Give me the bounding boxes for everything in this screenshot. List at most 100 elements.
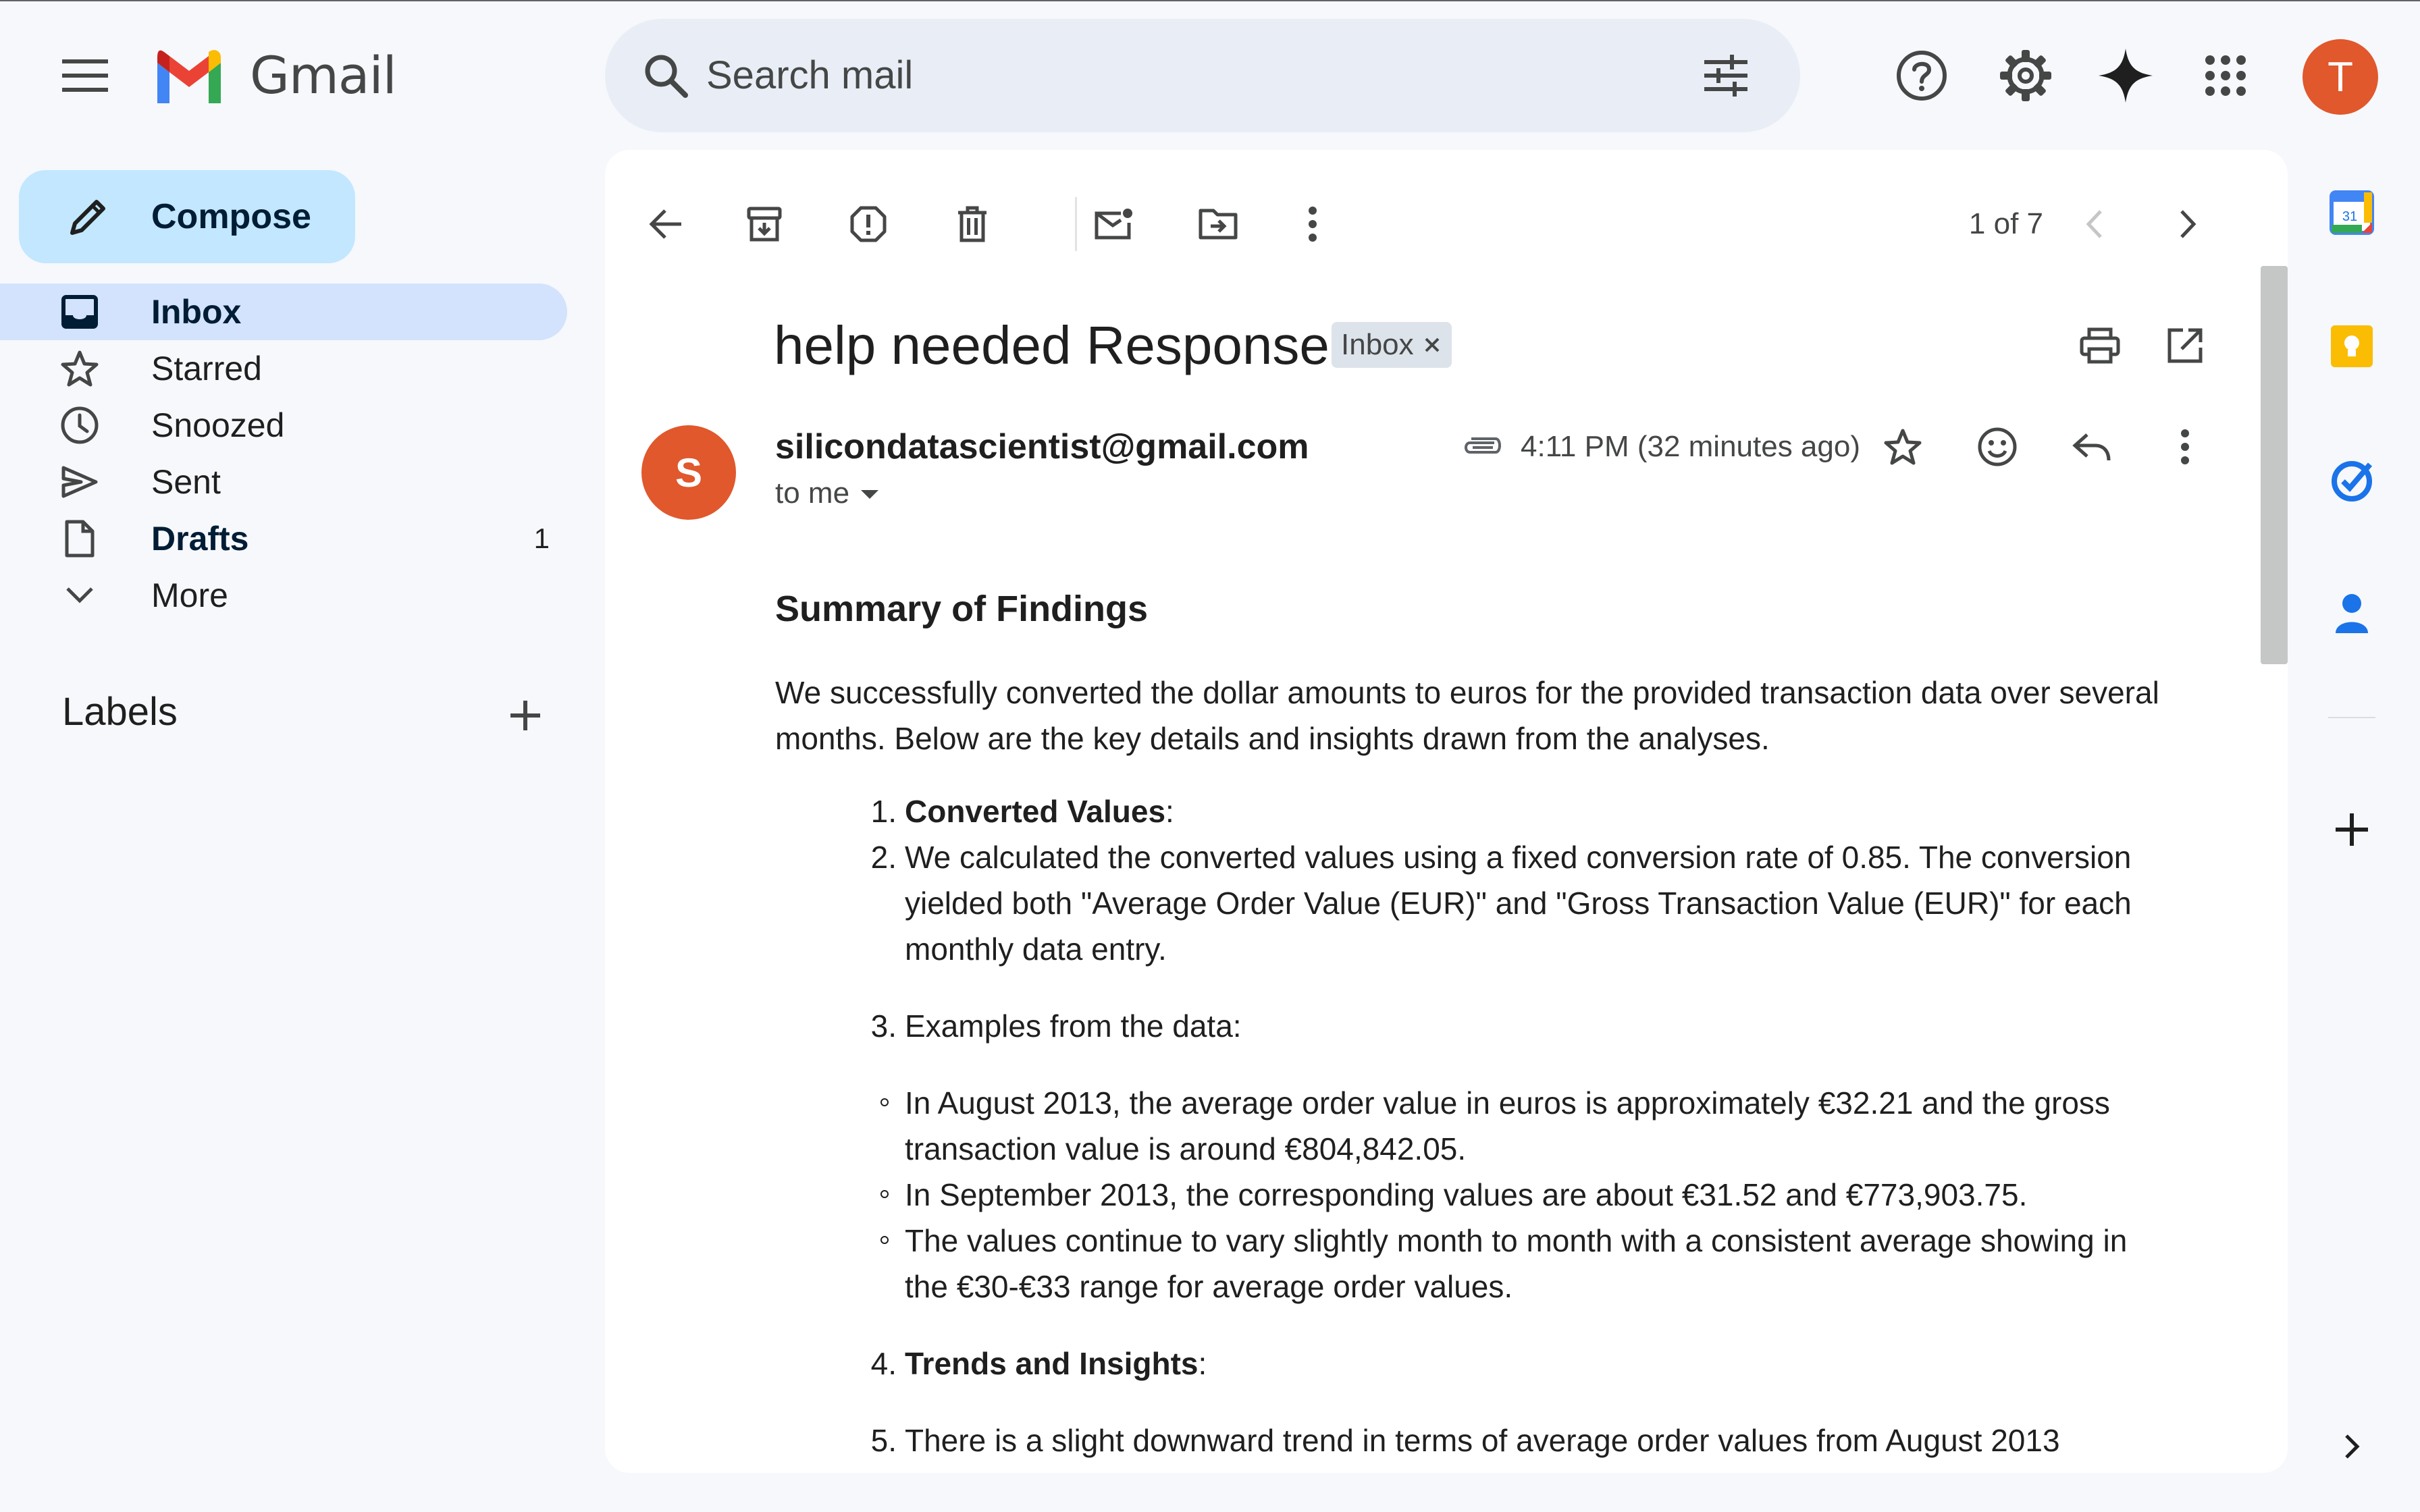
list-item-bold: Converted Values: [905, 794, 1166, 829]
list-item: 2. We calculated the converted values usi…: [871, 834, 2173, 972]
sidebar-item-inbox[interactable]: Inbox: [0, 284, 567, 340]
get-addons-button[interactable]: [2323, 801, 2381, 859]
open-new-window-button[interactable]: [2151, 312, 2219, 379]
attachment-icon: [1457, 423, 1506, 471]
mark-unread-icon: [1095, 209, 1132, 240]
toolbar-divider: [1075, 197, 1077, 251]
search-bar[interactable]: Search mail: [605, 19, 1800, 132]
arrow-back-icon: [649, 209, 681, 239]
compose-button[interactable]: Compose: [19, 170, 355, 263]
sender-avatar[interactable]: S: [641, 425, 736, 520]
sidebar-item-label: Inbox: [151, 293, 242, 331]
list-item-text: :: [1198, 1346, 1207, 1381]
sidebar-item-sent[interactable]: Sent: [0, 454, 567, 510]
pencil-icon: [61, 189, 116, 244]
sidebar-item-more[interactable]: More: [0, 567, 567, 624]
findings-list: 1. Converted Values: 2. We calculated the …: [775, 788, 2173, 1049]
scrollbar-thumb[interactable]: [2261, 266, 2288, 664]
settings-button[interactable]: [1992, 42, 2059, 109]
show-side-panel-button[interactable]: [2330, 1424, 2374, 1469]
plus-icon: [2336, 813, 2368, 846]
mark-unread-button[interactable]: [1080, 190, 1148, 258]
close-icon[interactable]: [1423, 336, 1441, 354]
body-intro: We successfully converted the dollar amo…: [775, 675, 2159, 756]
inbox-icon: [58, 290, 101, 333]
list-number: 3.: [870, 1008, 897, 1044]
show-details-button[interactable]: [855, 479, 885, 509]
calendar-app-button[interactable]: 31: [2327, 188, 2377, 238]
label-chip[interactable]: Inbox: [1332, 322, 1452, 368]
chevron-down-icon: [58, 574, 101, 617]
star-icon: [58, 347, 101, 390]
more-actions-button[interactable]: [1279, 190, 1346, 258]
star-button[interactable]: [1869, 413, 1937, 481]
list-item-bold: Trends and Insights: [905, 1346, 1199, 1381]
add-reaction-button[interactable]: [1964, 413, 2031, 481]
reply-button[interactable]: [2058, 413, 2126, 481]
list-number: 5.: [870, 1423, 897, 1458]
tasks-icon: [2332, 461, 2373, 502]
keep-app-button[interactable]: [2327, 321, 2377, 371]
draft-icon: [58, 517, 101, 560]
message-more-button[interactable]: [2151, 413, 2219, 481]
report-spam-button[interactable]: [835, 190, 902, 258]
message-timestamp: 4:11 PM (32 minutes ago): [1521, 430, 1860, 463]
list-item: 1. Converted Values:: [871, 788, 2173, 834]
help-button[interactable]: [1888, 42, 1955, 109]
search-input[interactable]: Search mail: [706, 19, 913, 132]
list-number: 2.: [870, 840, 897, 875]
sidebar-item-label: Drafts: [151, 520, 249, 558]
move-to-button[interactable]: [1184, 190, 1252, 258]
email-body: Summary of Findings We successfully conv…: [775, 568, 2173, 1473]
svg-text:31: 31: [2342, 209, 2357, 224]
message-panel: 1 of 7 help needed Response Inbox S sili…: [605, 150, 2288, 1473]
gmail-wordmark: Gmail: [250, 45, 397, 105]
clock-icon: [58, 404, 101, 447]
list-item: 3. Examples from the data:: [871, 1003, 2173, 1049]
delete-button[interactable]: [939, 190, 1006, 258]
compose-label: Compose: [151, 197, 311, 236]
list-item: In September 2013, the corresponding val…: [880, 1172, 2173, 1218]
sidebar-item-drafts[interactable]: Drafts 1: [0, 510, 567, 567]
more-vert-icon: [1309, 207, 1317, 242]
examples-list: In August 2013, the average order value …: [775, 1080, 2173, 1310]
body-heading: Summary of Findings: [775, 589, 1149, 629]
pagination-text: 1 of 7: [1968, 207, 2043, 240]
archive-icon: [747, 207, 782, 242]
star-icon: [1884, 429, 1922, 465]
archive-button[interactable]: [731, 190, 798, 258]
move-to-folder-icon: [1199, 209, 1238, 240]
search-icon[interactable]: [632, 42, 700, 109]
plus-icon: [510, 701, 540, 730]
labels-heading: Labels: [62, 690, 178, 734]
emoji-icon: [1978, 427, 2017, 466]
contacts-app-button[interactable]: [2327, 589, 2377, 639]
gemini-button[interactable]: [2092, 42, 2159, 109]
back-button[interactable]: [632, 190, 700, 258]
older-button[interactable]: [2154, 190, 2221, 258]
main-menu-button[interactable]: [43, 42, 127, 109]
open-in-new-icon: [2167, 328, 2203, 363]
sidebar-item-starred[interactable]: Starred: [0, 340, 567, 397]
sender-email[interactable]: silicondatascientist@gmail.com: [775, 420, 1309, 474]
account-avatar[interactable]: T: [2303, 39, 2378, 115]
search-options-icon[interactable]: [1692, 42, 1760, 109]
apps-grid-icon: [2205, 55, 2246, 96]
sidebar-item-label: Sent: [151, 463, 221, 501]
list-item: The values continue to vary slightly mon…: [880, 1218, 2173, 1310]
create-label-button[interactable]: [497, 687, 554, 744]
print-button[interactable]: [2066, 312, 2134, 379]
tasks-app-button[interactable]: [2327, 455, 2377, 505]
gmail-logo[interactable]: [149, 42, 230, 109]
chevron-left-icon: [2086, 210, 2102, 238]
side-panel-divider: [2328, 717, 2375, 718]
keep-icon: [2331, 325, 2373, 367]
newer-button[interactable]: [2061, 190, 2128, 258]
sidebar-item-label: Snoozed: [151, 406, 285, 444]
google-apps-button[interactable]: [2192, 42, 2259, 109]
sidebar-item-label: Starred: [151, 350, 262, 387]
list-item: In August 2013, the average order value …: [880, 1080, 2173, 1172]
list-item: 5. There is a slight downward trend in te…: [871, 1418, 2173, 1473]
send-icon: [58, 460, 101, 504]
sidebar-item-snoozed[interactable]: Snoozed: [0, 397, 567, 454]
